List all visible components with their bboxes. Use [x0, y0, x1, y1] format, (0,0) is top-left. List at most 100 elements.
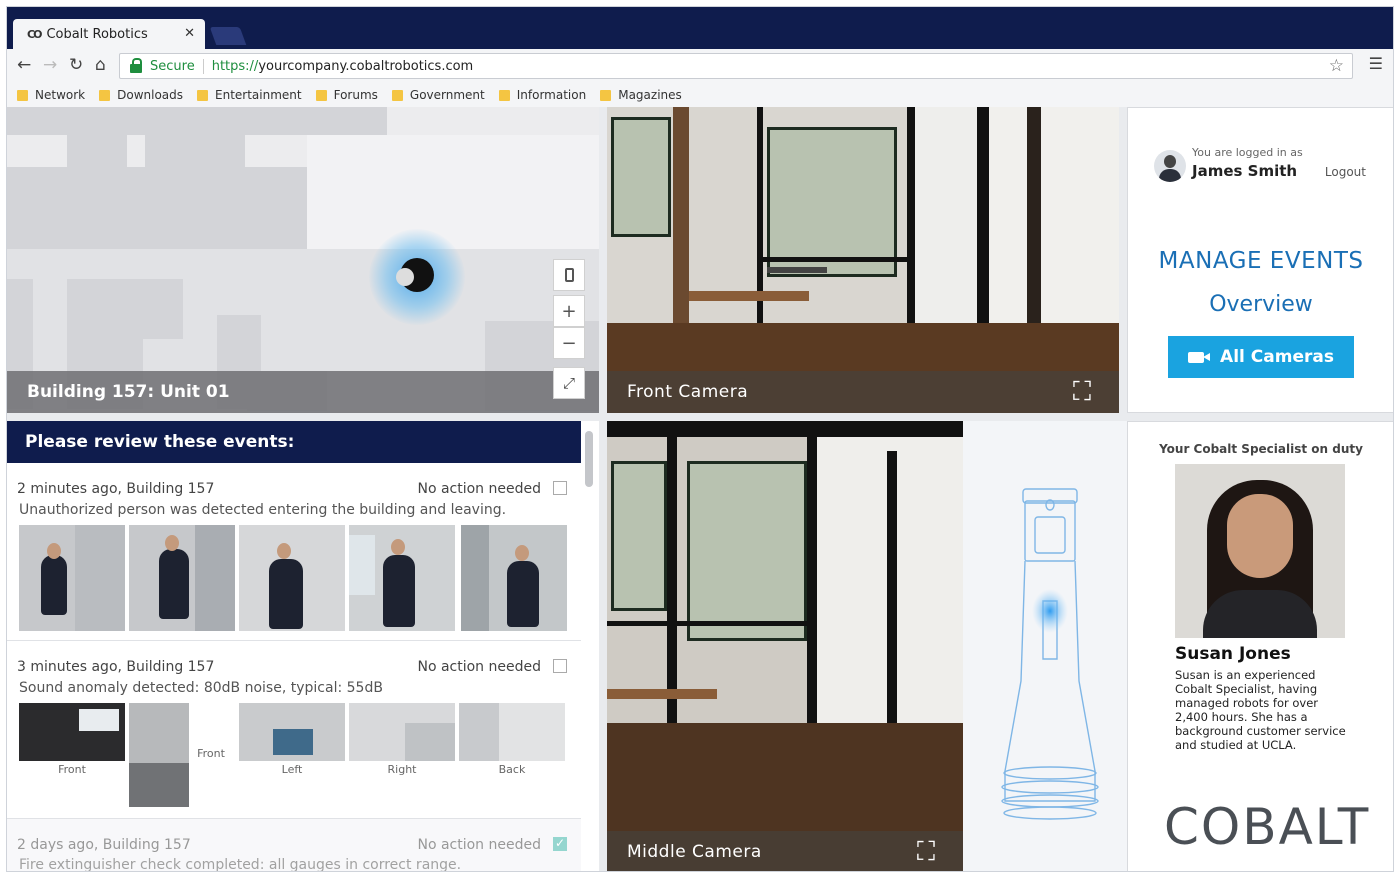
- browser-menu-icon[interactable]: ☰: [1369, 54, 1383, 73]
- bookmark-label: Forums: [333, 88, 378, 102]
- map-block: [145, 125, 245, 185]
- event-thumbnail[interactable]: [19, 525, 125, 631]
- reload-icon[interactable]: ↻: [69, 55, 83, 75]
- url-host: yourcompany.cobaltrobotics.com: [258, 58, 474, 74]
- camera-scene: [767, 127, 897, 277]
- thumb-scene: [129, 763, 189, 807]
- new-tab-button[interactable]: [209, 27, 247, 45]
- bookmark-star-icon[interactable]: ☆: [1329, 56, 1344, 76]
- map-block: [67, 129, 127, 169]
- event-thumbnail[interactable]: [239, 703, 345, 761]
- forward-arrow-icon[interactable]: →: [43, 55, 57, 75]
- thumb-person-head: [277, 543, 291, 559]
- bookmark-government[interactable]: Government: [391, 88, 485, 102]
- event-thumbnail[interactable]: [129, 525, 235, 631]
- thumb-person: [383, 555, 415, 627]
- front-camera-label: Front Camera: [627, 382, 749, 402]
- lock-icon: [130, 57, 142, 73]
- home-icon[interactable]: ⌂: [95, 55, 106, 75]
- address-bar[interactable]: Secure https:// yourcompany.cobaltroboti…: [119, 53, 1353, 79]
- fullscreen-icon[interactable]: ⛶: [1067, 377, 1097, 407]
- back-arrow-icon[interactable]: ←: [17, 55, 31, 75]
- bookmark-label: Information: [516, 88, 587, 102]
- browser-tab[interactable]: CO Cobalt Robotics ✕: [13, 19, 205, 49]
- middle-camera-bar: Middle Camera: [607, 831, 963, 871]
- camera-scene: [687, 461, 807, 641]
- event-thumbnail[interactable]: [129, 703, 189, 807]
- zoom-out-button[interactable]: −: [553, 327, 585, 359]
- event-checkbox-checked[interactable]: [553, 836, 567, 851]
- overview-link[interactable]: Overview: [1128, 292, 1393, 317]
- zoom-in-button[interactable]: +: [553, 295, 585, 327]
- event-checkbox[interactable]: [553, 481, 567, 495]
- close-tab-icon[interactable]: ✕: [184, 26, 195, 41]
- thumb-person: [269, 559, 303, 629]
- event-description: Fire extinguisher check completed: all g…: [19, 857, 462, 872]
- bookmarks-bar: Network Downloads Entertainment Forums G…: [7, 83, 1393, 107]
- thumb-person: [41, 555, 67, 615]
- event-time: 2 days ago, Building 157: [17, 837, 191, 853]
- camera-scene: [607, 621, 817, 626]
- specialist-bio: Susan is an experienced Cobalt Specialis…: [1175, 668, 1346, 752]
- photo-part: [1227, 494, 1293, 578]
- event-time: 3 minutes ago, Building 157: [17, 659, 215, 675]
- phone-icon: [564, 268, 574, 282]
- logout-link[interactable]: Logout: [1325, 165, 1366, 179]
- robot-marker-icon[interactable]: [396, 258, 434, 292]
- locate-robot-button[interactable]: [553, 259, 585, 291]
- event-checkbox[interactable]: [553, 659, 567, 673]
- thumbnail-label: Front: [197, 747, 225, 760]
- all-cameras-label: All Cameras: [1220, 347, 1334, 367]
- dashboard: + − Building 157: Unit 01 ⤢ Front Camera…: [7, 107, 1393, 872]
- thumb-scene: [79, 709, 119, 731]
- bookmark-label: Government: [409, 88, 485, 102]
- event-item[interactable]: 2 days ago, Building 157 No action neede…: [7, 819, 581, 872]
- user-name: James Smith: [1192, 162, 1298, 180]
- event-thumbnail[interactable]: [19, 703, 125, 761]
- fullscreen-icon[interactable]: ⛶: [911, 837, 941, 867]
- event-thumbnail[interactable]: [349, 703, 455, 761]
- specialist-photo: [1175, 464, 1345, 638]
- bookmark-magazines[interactable]: Magazines: [600, 88, 682, 102]
- thumb-scene: [273, 729, 313, 755]
- floor-map[interactable]: + − Building 157: Unit 01 ⤢: [7, 107, 599, 413]
- specialist-panel: Your Cobalt Specialist on duty Susan Jon…: [1127, 421, 1393, 871]
- bookmark-label: Network: [35, 88, 86, 102]
- bookmark-information[interactable]: Information: [498, 88, 587, 102]
- bookmark-downloads[interactable]: Downloads: [99, 88, 183, 102]
- event-thumbnail[interactable]: [239, 525, 345, 631]
- event-thumbnail[interactable]: [461, 525, 567, 631]
- folder-icon: [498, 89, 510, 101]
- event-status: No action needed: [417, 659, 541, 675]
- bookmark-entertainment[interactable]: Entertainment: [197, 88, 302, 102]
- event-thumbnail[interactable]: [349, 525, 455, 631]
- folder-icon: [17, 89, 28, 101]
- bookmark-network[interactable]: Network: [17, 88, 85, 102]
- cobalt-logo: COBALT: [1164, 798, 1371, 856]
- camera-scene: [689, 291, 809, 301]
- thumbnail-label: Right: [387, 763, 417, 776]
- middle-camera-label: Middle Camera: [627, 842, 762, 862]
- map-fullscreen-button[interactable]: ⤢: [553, 367, 585, 399]
- events-scrollbar[interactable]: [585, 431, 593, 487]
- robot-illustration-icon: [1001, 488, 1099, 820]
- bookmark-forums[interactable]: Forums: [315, 88, 378, 102]
- user-avatar: [1154, 150, 1186, 182]
- thumb-scene: [349, 535, 375, 595]
- manage-events-link[interactable]: MANAGE EVENTS: [1128, 248, 1393, 274]
- event-thumbnail[interactable]: [459, 703, 565, 761]
- thumb-scene: [461, 525, 489, 631]
- tab-strip: CO Cobalt Robotics ✕: [7, 7, 1393, 49]
- thumb-person-head: [47, 543, 61, 559]
- camera-scene: [607, 421, 963, 437]
- event-item[interactable]: 2 minutes ago, Building 157 No action ne…: [7, 463, 581, 641]
- camera-scene: [611, 461, 667, 611]
- map-location-bar: Building 157: Unit 01: [7, 371, 599, 413]
- middle-camera-feed[interactable]: Middle Camera ⛶: [607, 421, 963, 871]
- event-description: Unauthorized person was detected enterin…: [19, 502, 507, 518]
- event-item[interactable]: 3 minutes ago, Building 157 No action ne…: [7, 641, 581, 819]
- camera-scene: [757, 257, 915, 262]
- front-camera-feed[interactable]: Front Camera ⛶: [607, 107, 1119, 413]
- events-panel: Please review these events: 2 minutes ag…: [7, 421, 599, 872]
- all-cameras-button[interactable]: All Cameras: [1168, 336, 1354, 378]
